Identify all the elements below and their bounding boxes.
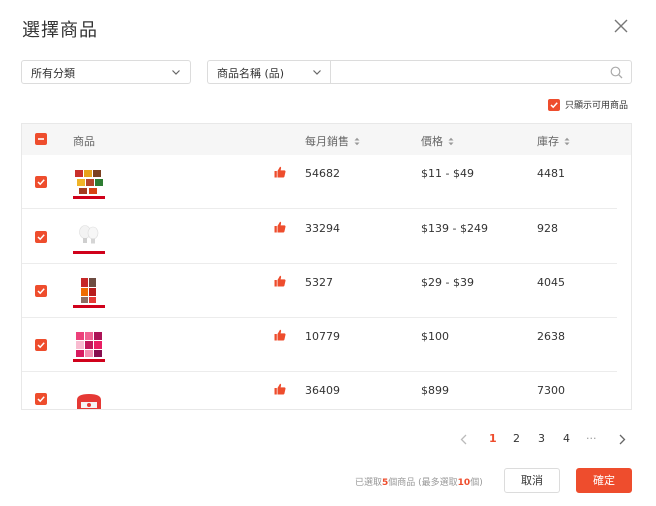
column-header-stock-label: 庫存: [537, 135, 559, 148]
product-image: [75, 170, 103, 194]
table-row[interactable]: 54682 $11 - $49 4481: [22, 155, 618, 209]
only-available-checkbox[interactable]: [548, 99, 560, 111]
row-checkbox[interactable]: [35, 231, 47, 243]
row-sales: 5327: [305, 276, 333, 289]
table-row[interactable]: 33294 $139 - $249 928: [22, 210, 618, 264]
selection-summary: 已選取5個商品 (最多選取10個): [355, 475, 483, 488]
selection-summary-prefix: 已選取: [355, 478, 383, 488]
row-price: $100: [421, 330, 449, 343]
product-tag: [73, 251, 105, 254]
close-icon[interactable]: [612, 17, 630, 35]
search-icon[interactable]: [610, 66, 623, 79]
table-header: 商品 每月銷售 價格 庫存: [22, 124, 631, 155]
search-box: [330, 60, 632, 84]
product-tag: [73, 305, 105, 308]
chevron-left-icon[interactable]: [460, 434, 468, 445]
check-icon: [37, 396, 45, 403]
row-checkbox[interactable]: [35, 176, 47, 188]
select-products-dialog: 選擇商品 所有分類 商品名稱 (品) 只顯示可用商品 商品 每月銷售 價格 庫存…: [0, 0, 656, 506]
sort-icon: [564, 137, 570, 145]
row-stock: 4481: [537, 167, 565, 180]
product-tag: [73, 196, 105, 199]
thumbs-up-icon: [274, 275, 286, 287]
column-header-price-label: 價格: [421, 135, 443, 148]
row-sales: 33294: [305, 222, 340, 235]
page-1[interactable]: 1: [489, 432, 497, 445]
row-checkbox[interactable]: [35, 339, 47, 351]
product-image: [76, 332, 102, 357]
selection-summary-middle: 個商品 (最多選取: [388, 478, 458, 488]
page-3[interactable]: 3: [538, 432, 545, 445]
sort-icon: [448, 137, 454, 145]
row-stock: 7300: [537, 384, 565, 397]
product-image: [79, 225, 99, 244]
product-thumbnail: [73, 222, 105, 254]
row-price: $899: [421, 384, 449, 397]
column-header-stock[interactable]: 庫存: [537, 133, 570, 149]
only-available-label: 只顯示可用商品: [565, 101, 629, 111]
table-row[interactable]: 36409 $899 7300: [22, 372, 618, 409]
sort-icon: [354, 137, 360, 145]
column-header-price[interactable]: 價格: [421, 133, 454, 149]
product-tag: [73, 359, 105, 362]
product-image: [81, 278, 96, 303]
row-checkbox[interactable]: [35, 285, 47, 297]
column-header-product: 商品: [73, 135, 95, 148]
column-header-sales[interactable]: 每月銷售: [305, 133, 360, 149]
chevron-right-icon[interactable]: [618, 434, 626, 445]
page-ellipsis[interactable]: ···: [586, 432, 597, 445]
thumbs-up-icon: [274, 166, 286, 178]
row-stock: 928: [537, 222, 558, 235]
product-thumbnail: [73, 167, 105, 199]
product-table: 商品 每月銷售 價格 庫存 54682 $11 - $49 4481 33294…: [21, 123, 632, 410]
row-checkbox[interactable]: [35, 393, 47, 405]
product-thumbnail: [73, 384, 105, 409]
thumbs-up-icon: [274, 329, 286, 341]
chevron-down-icon: [313, 70, 321, 75]
select-all-checkbox[interactable]: [35, 133, 47, 145]
page-4[interactable]: 4: [563, 432, 570, 445]
product-image: [77, 394, 101, 409]
row-price: $11 - $49: [421, 167, 474, 180]
chevron-down-icon: [172, 70, 180, 75]
search-field-select[interactable]: 商品名稱 (品): [207, 60, 331, 84]
dialog-title: 選擇商品: [22, 20, 98, 41]
max-count: 10: [457, 478, 471, 488]
category-select-value: 所有分類: [31, 67, 75, 80]
cancel-button[interactable]: 取消: [504, 468, 560, 493]
row-stock: 4045: [537, 276, 565, 289]
confirm-button[interactable]: 確定: [576, 468, 632, 493]
search-field-select-value: 商品名稱 (品): [217, 67, 285, 80]
product-thumbnail: [73, 276, 105, 308]
row-sales: 36409: [305, 384, 340, 397]
row-price: $29 - $39: [421, 276, 474, 289]
page-2[interactable]: 2: [513, 432, 520, 445]
check-icon: [550, 102, 558, 109]
row-stock: 2638: [537, 330, 565, 343]
search-input[interactable]: [337, 64, 597, 80]
check-icon: [37, 342, 45, 349]
row-sales: 54682: [305, 167, 340, 180]
check-icon: [37, 234, 45, 241]
row-price: $139 - $249: [421, 222, 488, 235]
row-sales: 10779: [305, 330, 340, 343]
selection-summary-suffix: 個): [470, 478, 483, 488]
check-icon: [37, 288, 45, 295]
table-row[interactable]: 5327 $29 - $39 4045: [22, 264, 618, 318]
category-select[interactable]: 所有分類: [21, 60, 191, 84]
thumbs-up-icon: [274, 383, 286, 395]
thumbs-up-icon: [274, 221, 286, 233]
table-scrollbar[interactable]: [617, 155, 631, 409]
column-header-sales-label: 每月銷售: [305, 135, 349, 148]
minus-icon: [38, 138, 44, 140]
check-icon: [37, 179, 45, 186]
table-row[interactable]: 10779 $100 2638: [22, 318, 618, 372]
product-thumbnail: [73, 330, 105, 362]
